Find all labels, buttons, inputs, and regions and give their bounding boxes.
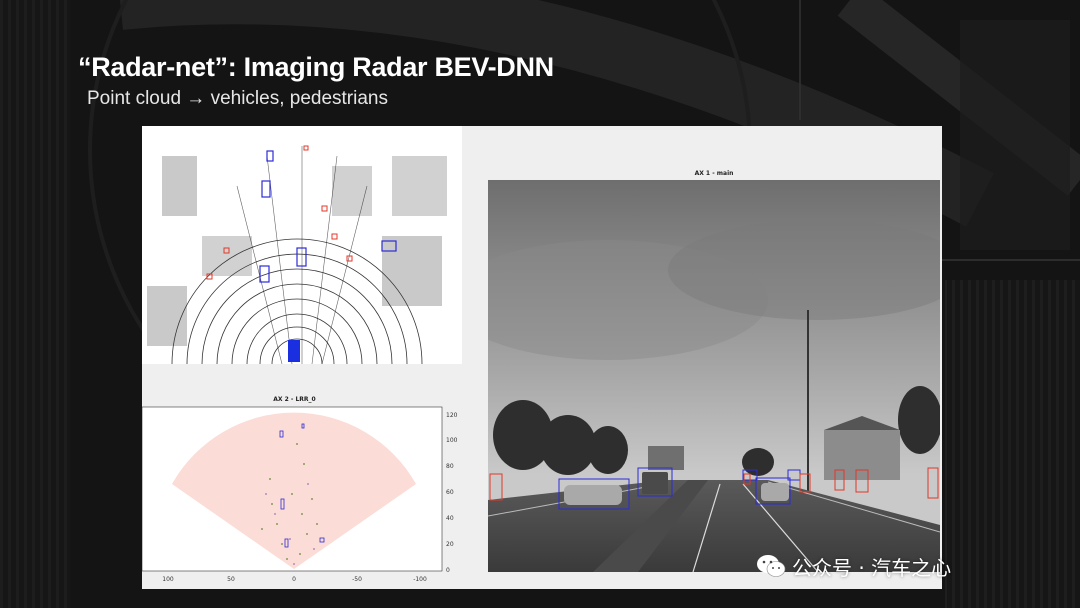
y-tick: 80: [446, 463, 454, 470]
x-tick: 0: [292, 576, 296, 583]
slide-title: “Radar-net”: Imaging Radar BEV-DNN: [78, 52, 554, 82]
watermark-text: 公众号 · 汽车之心: [792, 555, 952, 580]
figure-panel: AX 2 - LRR_0 120 100 80 60 40 20 0 100 5…: [142, 126, 942, 589]
radar-y-axis: 120 100 80 60 40 20 0: [446, 412, 458, 574]
bev-point-cloud-plot: [147, 145, 447, 364]
radar-x-axis: 100 50 0 -50 -100: [162, 576, 427, 583]
y-tick: 100: [446, 437, 458, 444]
y-tick: 120: [446, 412, 458, 419]
camera-view: AX 1 - main: [464, 166, 940, 589]
radar-view-title: AX 2 - LRR_0: [273, 396, 316, 403]
radar-view: AX 2 - LRR_0 120 100 80 60 40 20 0 100 5…: [142, 382, 462, 589]
watermark: 公众号 · 汽车之心: [756, 551, 951, 581]
x-tick: 100: [162, 576, 174, 583]
x-tick: -50: [352, 576, 362, 583]
y-tick: 0: [446, 567, 450, 574]
y-tick: 60: [446, 489, 454, 496]
x-tick: 50: [227, 576, 235, 583]
camera-view-title: AX 1 - main: [694, 170, 734, 177]
radar-plot: 120 100 80 60 40 20 0 100 50 0 -50 -100: [142, 406, 458, 583]
x-tick: -100: [413, 576, 427, 583]
camera-image: [488, 180, 940, 572]
bev-point-cloud-view: [142, 126, 462, 364]
slide-subtitle: Point cloud → vehicles, pedestrians: [87, 88, 388, 109]
y-tick: 20: [446, 541, 454, 548]
wechat-icon: [757, 555, 786, 577]
y-tick: 40: [446, 515, 454, 522]
